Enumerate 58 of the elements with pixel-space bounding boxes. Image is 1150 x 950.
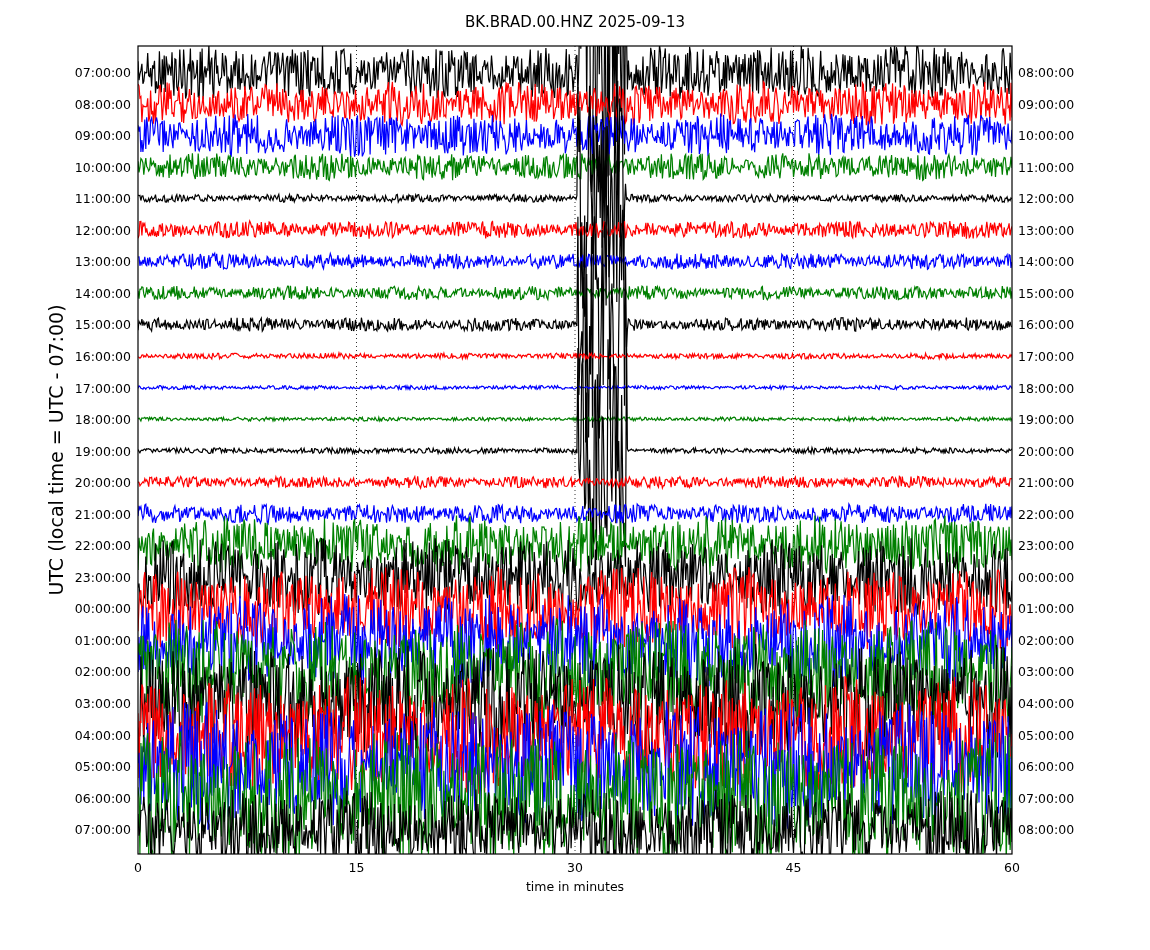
axis-tick-label: 04:00:00: [74, 727, 131, 743]
axis-tick-label: 10:00:00: [74, 159, 131, 175]
axis-tick-label: 18:00:00: [74, 412, 131, 428]
axis-tick-label: 16:00:00: [1018, 317, 1075, 333]
axis-tick-label: 17:00:00: [1018, 348, 1075, 364]
axis-tick-label: 11:00:00: [1018, 159, 1075, 175]
axis-tick-label: 45: [785, 860, 802, 875]
axis-tick-label: 21:00:00: [1018, 475, 1075, 491]
axis-tick-label: 15: [348, 860, 365, 875]
axis-tick-label: 02:00:00: [74, 664, 131, 680]
axis-tick-label: 22:00:00: [1018, 506, 1075, 522]
axis-tick-label: 0: [134, 860, 142, 875]
axis-label: time in minutes: [525, 879, 625, 894]
axis-tick-label: 20:00:00: [74, 475, 131, 491]
axis-tick-label: 16:00:00: [74, 348, 131, 364]
axis-tick-label: 11:00:00: [74, 191, 131, 207]
axis-tick-label: 60: [1004, 860, 1020, 875]
axis-tick-label: 08:00:00: [1018, 822, 1075, 838]
axis-label: UTC (local time = UTC - 07:00): [45, 304, 67, 596]
axis-tick-label: 19:00:00: [1018, 412, 1075, 428]
axis-tick-label: 07:00:00: [74, 822, 131, 838]
axis-tick-label: 03:00:00: [1018, 664, 1075, 680]
axis-tick-label: 30: [567, 860, 583, 875]
axis-tick-label: 14:00:00: [1018, 254, 1075, 270]
axis-tick-label: 01:00:00: [74, 632, 131, 648]
axis-tick-label: 20:00:00: [1018, 443, 1075, 459]
axis-tick-label: 00:00:00: [74, 601, 131, 617]
axis-tick-label: 23:00:00: [1018, 538, 1075, 554]
axis-tick-label: 05:00:00: [1018, 727, 1075, 743]
axis-tick-label: 15:00:00: [74, 317, 131, 333]
axis-tick-label: 06:00:00: [74, 790, 131, 806]
axis-tick-label: 02:00:00: [1018, 632, 1075, 648]
axis-tick-label: 12:00:00: [1018, 191, 1075, 207]
axis-tick-label: 18:00:00: [1018, 380, 1075, 396]
axis-tick-label: 06:00:00: [1018, 759, 1075, 775]
axis-tick-label: 10:00:00: [1018, 128, 1075, 144]
axis-tick-label: 08:00:00: [1018, 65, 1075, 80]
axis-tick-label: 04:00:00: [1018, 696, 1075, 711]
axis-tick-label: 14:00:00: [74, 285, 131, 301]
axis-tick-label: 03:00:00: [74, 696, 131, 711]
axis-tick-label: 13:00:00: [1018, 222, 1075, 238]
axis-tick-label: 01:00:00: [1018, 601, 1075, 617]
axis-tick-label: 07:00:00: [74, 65, 131, 80]
axis-tick-label: 12:00:00: [74, 222, 131, 238]
axis-tick-label: 05:00:00: [74, 759, 131, 775]
axis-tick-label: 17:00:00: [74, 380, 131, 396]
chart-title: BK.BRAD.00.HNZ 2025-09-13: [464, 13, 686, 31]
axis-tick-label: 22:00:00: [74, 538, 131, 554]
axis-tick-label: 23:00:00: [74, 569, 131, 585]
axis-tick-label: 09:00:00: [74, 128, 131, 144]
axis-tick-label: 08:00:00: [74, 96, 131, 112]
axis-tick-label: 00:00:00: [1018, 569, 1075, 585]
axis-tick-label: 19:00:00: [74, 443, 131, 459]
axis-tick-label: 13:00:00: [74, 254, 131, 270]
axis-tick-label: 21:00:00: [74, 506, 131, 522]
axis-tick-label: 07:00:00: [1018, 790, 1075, 806]
axis-tick-label: 15:00:00: [1018, 285, 1075, 301]
axis-tick-label: 09:00:00: [1018, 96, 1075, 112]
